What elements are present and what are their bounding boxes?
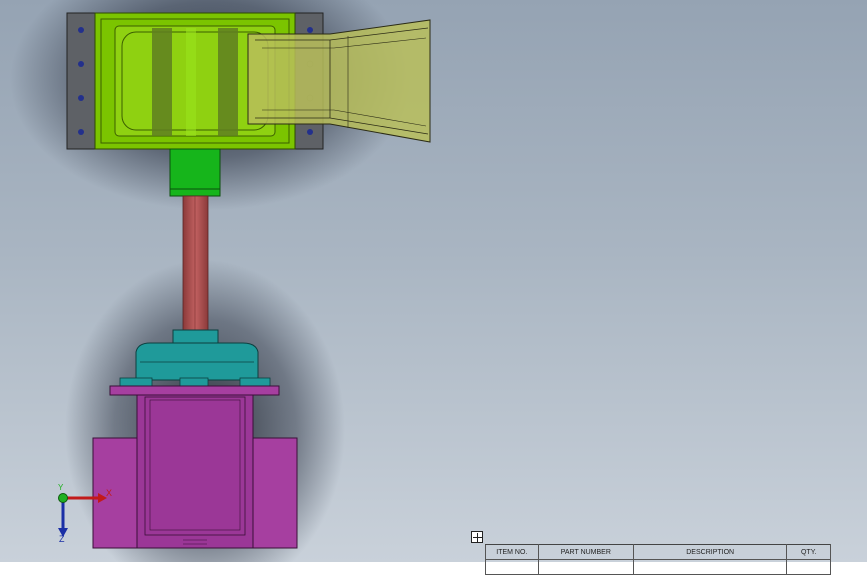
drive-shaft[interactable] xyxy=(182,195,209,335)
bom-table[interactable]: ITEM NO. PART NUMBER DESCRIPTION QTY. xyxy=(485,544,831,575)
reference-triad: X Y Z xyxy=(58,484,112,544)
graphics-viewport[interactable]: X Y Z ITEM NO. PART NUMBER DESCRIPTION Q… xyxy=(0,0,867,575)
outlet-nozzle[interactable] xyxy=(247,19,431,143)
bom-header-qty[interactable]: QTY. xyxy=(786,544,831,560)
mounting-flange xyxy=(109,385,280,396)
bom-header-part-number[interactable]: PART NUMBER xyxy=(537,544,634,560)
bom-header-row: ITEM NO. PART NUMBER DESCRIPTION QTY. xyxy=(485,544,831,560)
bom-header-description[interactable]: DESCRIPTION xyxy=(632,544,788,560)
gearbox-body xyxy=(135,342,259,381)
assembly-model xyxy=(10,0,431,562)
table-move-handle[interactable] xyxy=(471,531,483,543)
bom-header-item-no[interactable]: ITEM NO. xyxy=(485,544,539,560)
triad-x-label: X xyxy=(106,488,112,498)
triad-y-label: Y xyxy=(58,484,64,492)
coupling[interactable] xyxy=(169,148,221,197)
pump-column xyxy=(136,392,254,549)
triad-z-label: Z xyxy=(59,534,65,544)
nozzle-body xyxy=(247,19,431,143)
